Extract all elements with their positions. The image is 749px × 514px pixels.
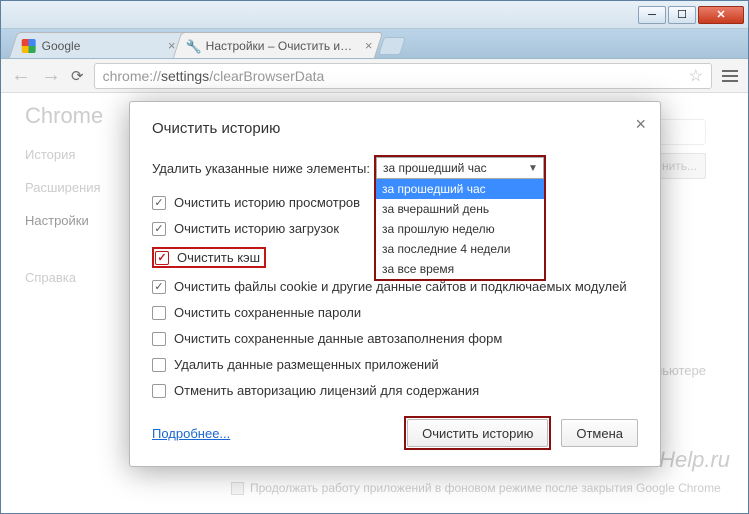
back-button[interactable]: ← bbox=[11, 64, 31, 87]
dropdown-option[interactable]: за последние 4 недели bbox=[376, 239, 544, 259]
window-minimize-button[interactable]: ─ bbox=[638, 6, 666, 24]
check-row-passwords: Очистить сохраненные пароли bbox=[152, 305, 638, 320]
time-range-dropdown: за прошедший час за вчерашний день за пр… bbox=[374, 179, 546, 281]
cancel-button[interactable]: Отмена bbox=[561, 419, 638, 447]
check-label: Очистить кэш bbox=[177, 250, 260, 265]
tab-label: Настройки – Очистить и… bbox=[206, 39, 352, 53]
clear-button-highlight: Очистить историю bbox=[404, 416, 551, 450]
bookmark-star-icon[interactable]: ☆ bbox=[689, 66, 703, 86]
address-bar[interactable]: chrome://settings/clearBrowserData ☆ bbox=[94, 63, 712, 89]
learn-more-link[interactable]: Подробнее... bbox=[152, 426, 230, 441]
clear-history-dialog: Очистить историю × Удалить указанные ниж… bbox=[129, 101, 661, 467]
chevron-down-icon: ▼ bbox=[528, 163, 538, 174]
tab-label: Google bbox=[42, 39, 81, 53]
dropdown-option[interactable]: за все время bbox=[376, 259, 544, 279]
check-label: Отменить авторизацию лицензий для содерж… bbox=[174, 383, 479, 398]
checkbox[interactable] bbox=[152, 196, 166, 210]
window-maximize-button[interactable]: ☐ bbox=[668, 6, 696, 24]
brand-title: Chrome bbox=[25, 103, 103, 129]
dialog-title: Очистить историю bbox=[152, 120, 638, 137]
tab-close-icon[interactable]: × bbox=[365, 38, 373, 53]
checkbox[interactable] bbox=[152, 280, 166, 294]
dialog-close-button[interactable]: × bbox=[635, 114, 646, 135]
checkbox[interactable] bbox=[155, 251, 169, 265]
check-label: Очистить сохраненные данные автозаполнен… bbox=[174, 331, 502, 346]
checkbox[interactable] bbox=[152, 332, 166, 346]
sidenav-item-settings[interactable]: Настройки bbox=[25, 213, 101, 228]
sidenav-item-history[interactable]: История bbox=[25, 147, 101, 162]
url-scheme: chrome:// bbox=[103, 68, 161, 84]
checkbox-icon[interactable] bbox=[231, 482, 244, 495]
check-row-licenses: Отменить авторизацию лицензий для содерж… bbox=[152, 383, 638, 398]
checkbox[interactable] bbox=[152, 358, 166, 372]
time-range-select[interactable]: за прошедший час ▼ bbox=[376, 157, 544, 179]
sidenav-item-help[interactable]: Справка bbox=[25, 270, 101, 285]
tab-google[interactable]: Google × bbox=[9, 32, 187, 58]
dropdown-option[interactable]: за прошлую неделю bbox=[376, 219, 544, 239]
google-favicon-icon bbox=[22, 39, 36, 53]
check-label: Очистить файлы cookie и другие данные са… bbox=[174, 279, 627, 294]
wrench-icon: 🔧 bbox=[186, 39, 200, 53]
check-row-cookies: Очистить файлы cookie и другие данные са… bbox=[152, 279, 638, 294]
browser-toolbar: ← → ⟳ chrome://settings/clearBrowserData… bbox=[1, 59, 748, 93]
check-row-hosted-apps: Удалить данные размещенных приложений bbox=[152, 357, 638, 372]
checkbox[interactable] bbox=[152, 384, 166, 398]
checkbox[interactable] bbox=[152, 222, 166, 236]
check-label: Очистить историю просмотров bbox=[174, 195, 360, 210]
clear-history-button[interactable]: Очистить историю bbox=[407, 419, 548, 447]
check-label: Удалить данные размещенных приложений bbox=[174, 357, 439, 372]
bg-option-label: Продолжать работу приложений в фоновом р… bbox=[250, 481, 721, 495]
side-nav: История Расширения Настройки Справка bbox=[25, 147, 101, 285]
new-tab-button[interactable] bbox=[379, 37, 407, 55]
check-row-autofill: Очистить сохраненные данные автозаполнен… bbox=[152, 331, 638, 346]
sidenav-item-extensions[interactable]: Расширения bbox=[25, 180, 101, 195]
window-titlebar: ─ ☐ ✕ bbox=[1, 1, 748, 29]
check-label: Очистить историю загрузок bbox=[174, 221, 339, 236]
tab-strip: Google × 🔧 Настройки – Очистить и… × bbox=[1, 29, 748, 59]
menu-button[interactable] bbox=[722, 70, 738, 82]
reload-button[interactable]: ⟳ bbox=[71, 67, 84, 85]
url-path: /clearBrowserData bbox=[209, 68, 324, 84]
dropdown-option[interactable]: за вчерашний день bbox=[376, 199, 544, 219]
check-label: Очистить сохраненные пароли bbox=[174, 305, 361, 320]
select-value: за прошедший час bbox=[383, 161, 487, 175]
window-close-button[interactable]: ✕ bbox=[698, 6, 744, 24]
bg-background-apps-option: Продолжать работу приложений в фоновом р… bbox=[231, 481, 721, 495]
dropdown-option[interactable]: за прошедший час bbox=[376, 179, 544, 199]
url-host: settings bbox=[161, 68, 209, 84]
dialog-prompt: Удалить указанные ниже элементы: bbox=[152, 161, 370, 176]
forward-button[interactable]: → bbox=[41, 64, 61, 87]
checkbox[interactable] bbox=[152, 306, 166, 320]
time-range-select-highlight: за прошедший час ▼ за прошедший час за в… bbox=[374, 155, 546, 181]
tab-settings[interactable]: 🔧 Настройки – Очистить и… × bbox=[173, 32, 384, 58]
